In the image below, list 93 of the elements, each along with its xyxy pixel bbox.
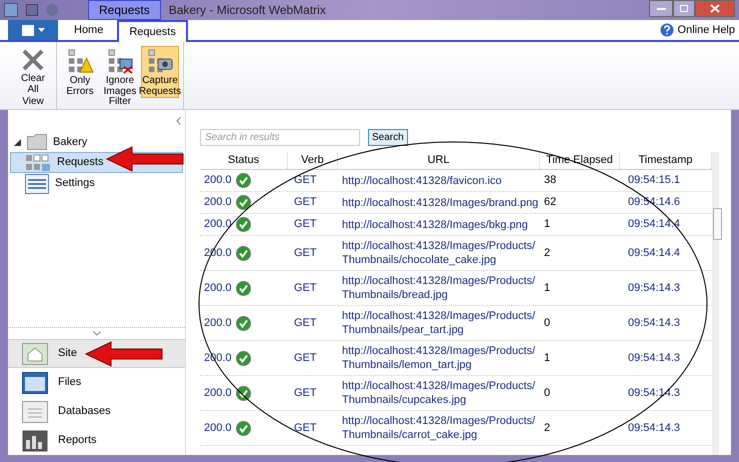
bar-graph-icon: [22, 430, 48, 452]
window-icon: [22, 372, 48, 394]
table-cell-text: http://localhost:41328/Images/Products/ Thumbnails/lemon_tart.jpg: [342, 344, 536, 372]
house-icon: [22, 342, 48, 364]
expander-icon[interactable]: [14, 138, 21, 146]
close-button[interactable]: [695, 0, 735, 17]
table-cell-text: 200.0: [204, 316, 232, 331]
table-icon: [22, 400, 48, 422]
check-icon: [236, 173, 251, 188]
ribbon-tab[interactable]: Home: [62, 20, 116, 40]
table-cell-text: 200.0: [204, 386, 232, 401]
table-cell-text: GET: [293, 316, 318, 331]
check-icon: [236, 350, 251, 366]
table-cell-text: http://localhost:41328/Images/bkg.png: [342, 218, 529, 232]
table-cell-text: 2: [543, 420, 552, 436]
table-cell-text: http://localhost:41328/favicon.ico: [342, 174, 503, 188]
app-menu-button[interactable]: [8, 20, 58, 40]
table-cell-text: 09:54:14.3: [627, 316, 681, 331]
check-icon: [236, 280, 251, 296]
table-cell-text: 200.0: [204, 280, 232, 296]
search-button[interactable]: Search: [368, 128, 408, 146]
table-cell-text: 1: [543, 217, 552, 232]
grid-icon: [25, 154, 51, 172]
x-icon: [21, 48, 45, 72]
ribbon-tab[interactable]: Requests: [117, 20, 188, 42]
workspace-button[interactable]: Reports: [8, 426, 185, 455]
scrollbar[interactable]: [712, 152, 719, 455]
table-cell-text: 1: [543, 350, 552, 366]
table-cell-text: 09:54:15.1: [627, 173, 681, 188]
sliders-icon: [25, 174, 49, 194]
tree-item[interactable]: Settings: [10, 173, 183, 194]
table-cell-text: 09:54:14.3: [627, 350, 681, 366]
folder-icon: [27, 134, 47, 150]
table-cell-text: 200.0: [204, 173, 232, 188]
tree-item[interactable]: Bakery: [53, 134, 88, 150]
table-cell-text: http://localhost:41328/Images/Products/ Thumbnails/chocolate_cake.jpg: [342, 239, 536, 267]
table-cell-text: 1: [543, 280, 552, 296]
table-cell-text: http://localhost:41328/Images/Products/ Thumbnails/cupcakes.jpg: [342, 379, 536, 407]
search-field[interactable]: Search in results: [200, 128, 360, 146]
workspace-button[interactable]: Files: [8, 368, 185, 397]
table-cell-text: 0: [543, 316, 552, 331]
table-cell-text: GET: [293, 420, 318, 436]
column-header[interactable]: URL: [338, 152, 540, 169]
column-header[interactable]: Status: [200, 152, 288, 169]
camera-grid-icon: [146, 48, 174, 74]
maximize-button[interactable]: [673, 0, 695, 17]
table-cell-text: GET: [293, 280, 318, 296]
check-icon: [236, 246, 251, 260]
table-cell-text: GET: [293, 386, 318, 401]
table-cell-text: http://localhost:41328/Images/brand.png: [342, 196, 540, 210]
table-cell-text: http://localhost:41328/Images/Products/ Thumbnails/bread.jpg: [342, 274, 536, 302]
table-cell-text: 200.0: [204, 195, 232, 210]
caret-icon: [38, 28, 44, 32]
window-title: Bakery - Microsoft WebMatrix: [168, 2, 326, 19]
minimize-button[interactable]: [649, 0, 673, 17]
app-icon: [4, 3, 18, 17]
chevron-icon[interactable]: [92, 331, 100, 336]
online-help-link[interactable]: Online Help: [678, 22, 735, 38]
ribbon-button[interactable]: Ignore Images: [101, 46, 139, 98]
ribbon-button[interactable]: Capture Requests: [141, 46, 179, 98]
table-cell-text: 200.0: [204, 217, 232, 232]
table-cell-text: http://localhost:41328/Images/Products/ Thumbnails/pear_tart.jpg: [342, 309, 536, 337]
table-cell-text: 200.0: [204, 420, 232, 436]
group-label: Filter: [108, 96, 132, 107]
table-cell-text: 2: [543, 246, 552, 261]
collapse-icon[interactable]: [176, 117, 181, 125]
contextual-tab-label: Requests: [88, 0, 161, 20]
table-cell-text: 09:54:14.3: [627, 280, 681, 296]
ribbon-button[interactable]: Clear All: [14, 46, 52, 98]
table-cell-text: 38: [543, 173, 558, 188]
table-cell-text: 09:54:14.4: [627, 246, 681, 261]
table-cell-text: http://localhost:41328/Images/Products/ Thumbnails/carrot_cake.jpg: [342, 414, 536, 442]
check-icon: [236, 420, 251, 436]
table-cell-text: 0: [543, 386, 552, 401]
table-cell-text: GET: [293, 173, 318, 188]
help-icon: [660, 23, 674, 37]
table-cell-text: GET: [293, 246, 318, 261]
check-icon: [236, 316, 251, 330]
check-icon: [236, 217, 251, 232]
column-header[interactable]: Verb: [288, 152, 338, 169]
table-cell-text: GET: [293, 350, 318, 366]
warning-grid-icon: [66, 48, 94, 74]
check-icon: [236, 195, 251, 210]
ribbon-button[interactable]: Only Errors: [61, 46, 99, 98]
close-icon: [710, 4, 720, 13]
group-label: View: [22, 96, 44, 107]
workspace-button[interactable]: Databases: [8, 397, 185, 426]
table-cell-text: GET: [293, 217, 318, 232]
image-grid-icon: [106, 48, 134, 74]
check-icon: [236, 386, 251, 400]
table-cell-text: 62: [543, 195, 558, 210]
table-cell-text: 09:54:14.3: [627, 420, 681, 436]
table-cell-text: GET: [293, 195, 318, 210]
